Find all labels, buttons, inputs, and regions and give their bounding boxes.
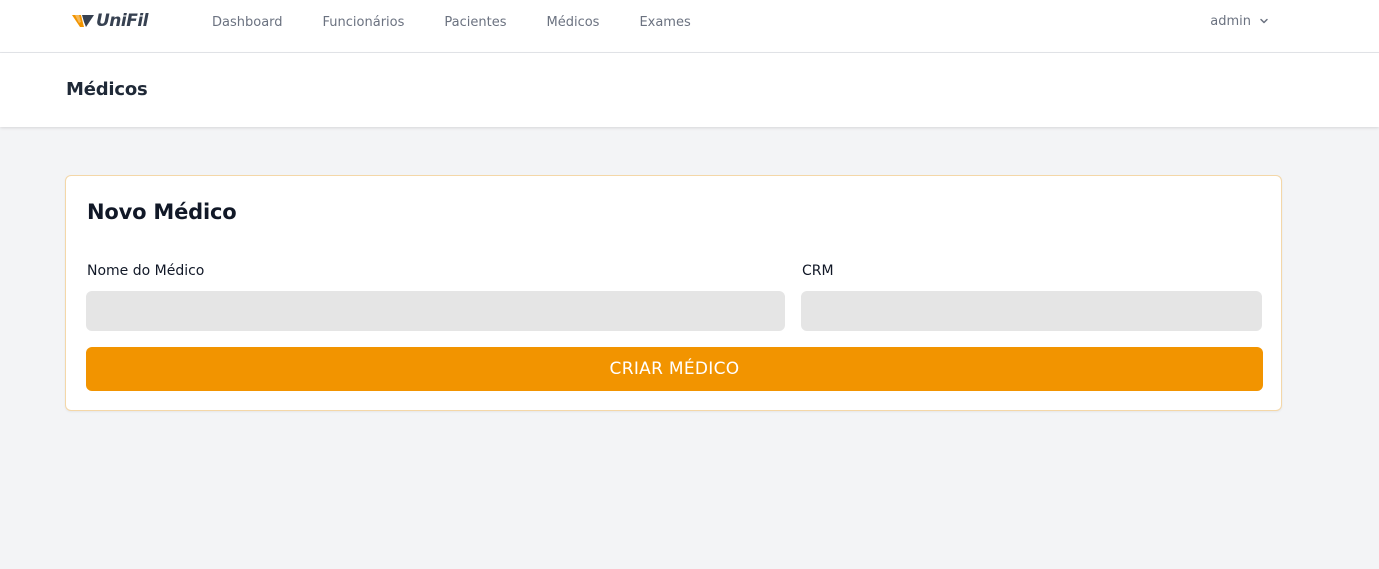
page-title: Médicos [66,79,148,100]
new-doctor-form-card: Novo Médico Nome do Médico CRM CRIAR MÉD… [65,175,1282,411]
page-header: Médicos [0,53,1379,127]
form-title: Novo Médico [87,200,237,224]
nav-link-exames[interactable]: Exames [639,15,690,30]
nav-link-funcionarios[interactable]: Funcionários [323,15,405,30]
unifil-logo-text: UniFil [96,11,149,31]
create-doctor-button[interactable]: CRIAR MÉDICO [86,347,1263,391]
top-navigation-bar: UniFil Dashboard Funcionários Pacientes … [0,0,1379,53]
unifil-logo[interactable]: UniFil [72,9,149,33]
crm-label: CRM [802,263,834,279]
nav-link-medicos[interactable]: Médicos [546,15,599,30]
nav-link-pacientes[interactable]: Pacientes [444,15,506,30]
doctor-name-input[interactable] [86,291,785,331]
crm-input[interactable] [801,291,1262,331]
nav-link-dashboard[interactable]: Dashboard [212,15,283,30]
chevron-down-icon [1260,18,1268,24]
unifil-logo-mark [72,15,94,27]
main-nav: Dashboard Funcionários Pacientes Médicos… [212,0,731,44]
doctor-name-label: Nome do Médico [87,263,205,279]
user-menu-button[interactable]: admin [1210,0,1269,42]
user-name: admin [1210,13,1251,29]
